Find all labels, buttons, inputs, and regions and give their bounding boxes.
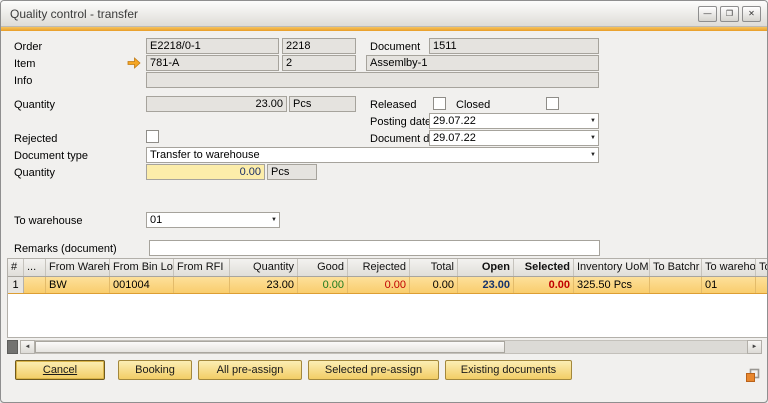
document-date-select[interactable]: 29.07.22 ▼ (429, 130, 599, 146)
to-warehouse-label: To warehouse (14, 215, 83, 227)
to-batch-cell[interactable] (650, 277, 702, 293)
lines-table: # ... From Wareh From Bin Locatic From R… (7, 258, 768, 338)
total-cell[interactable]: 0.00 (410, 277, 458, 293)
column-header: Inventory UoM (574, 259, 650, 276)
quantity-cell[interactable]: 23.00 (230, 277, 298, 293)
booking-button[interactable]: Booking (118, 360, 192, 380)
chevron-down-icon[interactable]: ▼ (590, 148, 596, 162)
column-header: From Bin Locatic (110, 259, 174, 276)
posting-date-label: Posting date (370, 116, 431, 128)
window-controls: — ❐ ✕ (698, 6, 761, 22)
inventory-uom-cell[interactable]: 325.50 Pcs (574, 277, 650, 293)
to-warehouse-cell[interactable]: 01 (702, 277, 756, 293)
order-label: Order (14, 41, 42, 53)
expand-form-icon[interactable] (745, 368, 760, 383)
released-checkbox[interactable] (433, 97, 446, 110)
document-field: 1511 (429, 38, 599, 54)
released-label: Released (370, 99, 416, 111)
column-header: To warehou (702, 259, 756, 276)
document-type-label: Document type (14, 150, 88, 162)
rejected-cell[interactable]: 0.00 (348, 277, 410, 293)
title-bar[interactable]: Quality control - transfer — ❐ ✕ (1, 1, 767, 27)
existing-documents-button[interactable]: Existing documents (445, 360, 572, 380)
to-warehouse-value: 01 (150, 214, 162, 226)
quantity2-input[interactable]: 0.00 (146, 164, 265, 180)
document-type-value: Transfer to warehouse (150, 149, 260, 161)
info-field (146, 72, 599, 88)
scrollbar-thumb[interactable] (35, 341, 505, 353)
posting-date-value: 29.07.22 (433, 115, 476, 127)
column-header: ... (24, 259, 46, 276)
chevron-down-icon[interactable]: ▼ (271, 213, 277, 227)
closed-checkbox[interactable] (546, 97, 559, 110)
cancel-button[interactable]: Cancel (15, 360, 105, 380)
column-header: Open (458, 259, 514, 276)
scrollbar-track[interactable] (35, 340, 747, 354)
scroll-left-icon[interactable]: ◄ (20, 340, 35, 354)
order-number-field: 2218 (282, 38, 356, 54)
from-rfid-cell[interactable] (174, 277, 230, 293)
item-code-field: 781-A (146, 55, 279, 71)
selected-cell[interactable]: 0.00 (514, 277, 574, 293)
minimize-icon[interactable]: — (698, 6, 717, 22)
remarks-label: Remarks (document) (14, 243, 117, 255)
column-header: From Wareh (46, 259, 110, 276)
rejected-label: Rejected (14, 133, 57, 145)
row-select-cell[interactable] (24, 277, 46, 293)
table-header-row: # ... From Wareh From Bin Locatic From R… (8, 259, 768, 277)
accent-bar (1, 27, 767, 31)
item-label: Item (14, 58, 35, 70)
to-cell[interactable] (756, 277, 768, 293)
column-header: Quantity (230, 259, 298, 276)
document-type-select[interactable]: Transfer to warehouse ▼ (146, 147, 599, 163)
column-header: Total (410, 259, 458, 276)
restore-icon[interactable]: ❐ (720, 6, 739, 22)
quality-control-transfer-window: Quality control - transfer — ❐ ✕ Order E… (0, 0, 768, 403)
column-header: To Batchr (650, 259, 702, 276)
quantity2-label: Quantity (14, 167, 55, 179)
table-row[interactable]: 1 BW 001004 23.00 0.00 0.00 0.00 23.00 0… (8, 277, 768, 294)
link-arrow-icon[interactable] (127, 57, 141, 69)
info-label: Info (14, 75, 32, 87)
selected-preassign-button[interactable]: Selected pre-assign (308, 360, 439, 380)
from-warehouse-cell[interactable]: BW (46, 277, 110, 293)
good-cell[interactable]: 0.00 (298, 277, 348, 293)
quantity2-uom-field: Pcs (267, 164, 317, 180)
closed-label: Closed (456, 99, 490, 111)
order-field: E2218/0-1 (146, 38, 279, 54)
item-name-field: Assemlby-1 (366, 55, 599, 71)
from-bin-location-cell[interactable]: 001004 (110, 277, 174, 293)
close-icon[interactable]: ✕ (742, 6, 761, 22)
item-number-field: 2 (282, 55, 356, 71)
to-warehouse-select[interactable]: 01 ▼ (146, 212, 280, 228)
open-cell[interactable]: 23.00 (458, 277, 514, 293)
horizontal-scrollbar[interactable]: ◄ ► (7, 340, 762, 354)
column-header: Selected (514, 259, 574, 276)
remarks-input[interactable] (149, 240, 600, 256)
all-preassign-button[interactable]: All pre-assign (198, 360, 302, 380)
column-header: Good (298, 259, 348, 276)
column-header: # (8, 259, 24, 276)
chevron-down-icon[interactable]: ▼ (590, 131, 596, 145)
column-header: To (756, 259, 768, 276)
column-header: From RFI (174, 259, 230, 276)
window-title: Quality control - transfer (10, 7, 138, 21)
document-label: Document (370, 41, 420, 53)
scroll-split-handle[interactable] (7, 340, 18, 354)
quantity-field: 23.00 (146, 96, 287, 112)
quantity-uom-field: Pcs (289, 96, 356, 112)
rejected-checkbox[interactable] (146, 130, 159, 143)
quantity-label: Quantity (14, 99, 55, 111)
scroll-right-icon[interactable]: ► (747, 340, 762, 354)
column-header: Rejected (348, 259, 410, 276)
chevron-down-icon[interactable]: ▼ (590, 114, 596, 128)
document-date-value: 29.07.22 (433, 132, 476, 144)
posting-date-select[interactable]: 29.07.22 ▼ (429, 113, 599, 129)
row-number-cell[interactable]: 1 (8, 277, 24, 293)
